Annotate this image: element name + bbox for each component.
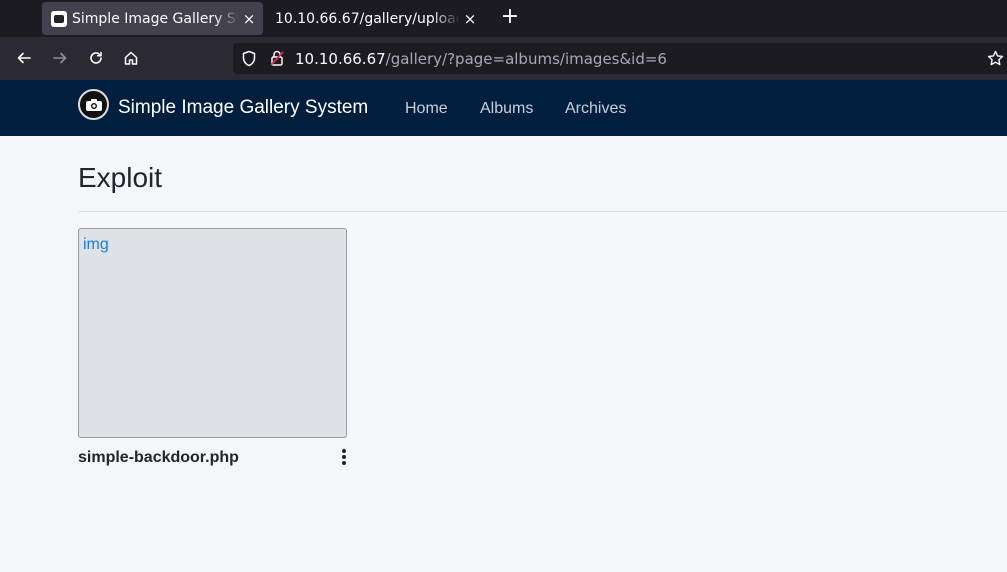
- browser-tab-strip: Simple Image Gallery System × 10.10.66.6…: [0, 0, 1007, 37]
- tab-title: Simple Image Gallery System: [72, 10, 239, 27]
- camera-favicon-icon: [51, 10, 67, 27]
- shield-icon: [242, 50, 256, 67]
- more-options-icon[interactable]: [338, 448, 350, 466]
- site-navbar: Simple Image Gallery System Home Albums …: [0, 80, 1007, 136]
- arrow-left-icon: [17, 52, 31, 64]
- broken-image-alt-text: img: [83, 236, 109, 253]
- tab-gallery[interactable]: Simple Image Gallery System ×: [42, 2, 263, 35]
- brand-logo[interactable]: [78, 89, 109, 120]
- home-button[interactable]: [119, 46, 143, 70]
- camera-icon: [85, 98, 102, 111]
- brand-name[interactable]: Simple Image Gallery System: [118, 97, 368, 119]
- image-thumbnail[interactable]: img: [78, 228, 347, 438]
- url-text: 10.10.66.67/gallery/?page=albums/images&…: [295, 49, 667, 68]
- tab-title: 10.10.66.67/gallery/uploads/user: [275, 10, 460, 27]
- nav-albums[interactable]: Albums: [480, 100, 533, 118]
- kebab-dot: [342, 449, 346, 453]
- kebab-dot: [342, 461, 346, 465]
- forward-button[interactable]: [48, 46, 72, 70]
- new-tab-button[interactable]: +: [498, 5, 522, 31]
- arrow-right-icon: [53, 52, 67, 64]
- page-title: Exploit: [78, 162, 163, 193]
- tab-uploads[interactable]: 10.10.66.67/gallery/uploads/user ×: [266, 2, 484, 35]
- close-tab-icon[interactable]: ×: [239, 10, 259, 28]
- nav-archives[interactable]: Archives: [565, 100, 626, 118]
- reload-button[interactable]: [84, 46, 108, 70]
- home-icon: [124, 51, 138, 65]
- browser-nav-bar: 10.10.66.67/gallery/?page=albums/images&…: [0, 37, 1007, 80]
- star-icon[interactable]: [987, 50, 1004, 67]
- url-host: 10.10.66.67: [295, 50, 386, 68]
- back-button[interactable]: [12, 46, 36, 70]
- insecure-lock-icon: [270, 50, 284, 66]
- reload-icon: [90, 51, 102, 64]
- url-bar[interactable]: 10.10.66.67/gallery/?page=albums/images&…: [233, 43, 1007, 74]
- url-path: /gallery/?page=albums/images&id=6: [385, 50, 667, 68]
- image-filename: simple-backdoor.php: [78, 449, 239, 466]
- kebab-dot: [342, 455, 346, 459]
- nav-home[interactable]: Home: [405, 100, 448, 118]
- divider: [78, 211, 1007, 212]
- close-tab-icon[interactable]: ×: [460, 10, 480, 28]
